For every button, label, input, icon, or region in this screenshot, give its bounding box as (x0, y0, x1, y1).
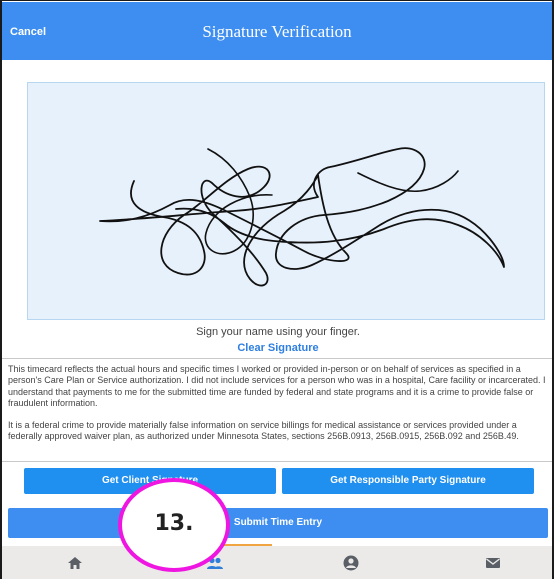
submit-time-entry-button[interactable]: Submit Time Entry (8, 508, 548, 538)
federal-crime-notice: It is a federal crime to provide materia… (8, 420, 519, 442)
signature-stroke (357, 170, 459, 193)
home-icon[interactable] (66, 554, 84, 572)
signature-pad[interactable] (27, 82, 545, 320)
header-bar: Cancel Signature Verification (2, 2, 552, 60)
mail-icon[interactable] (484, 554, 502, 572)
bottom-tab-bar (2, 546, 552, 579)
signature-hint: Sign your name using your finger. (196, 326, 360, 338)
signature-stroke (99, 147, 505, 287)
attestation-text: This timecard reflects the actual hours … (8, 364, 546, 409)
divider (2, 461, 552, 462)
user-circle-icon[interactable] (342, 554, 360, 572)
clear-signature-link[interactable]: Clear Signature (0, 342, 556, 354)
page-title: Signature Verification (202, 22, 352, 41)
divider (2, 358, 552, 359)
signature-drawing (99, 147, 505, 287)
step-annotation-badge: 13. (118, 478, 230, 572)
get-responsible-party-signature-button[interactable]: Get Responsible Party Signature (282, 468, 534, 494)
